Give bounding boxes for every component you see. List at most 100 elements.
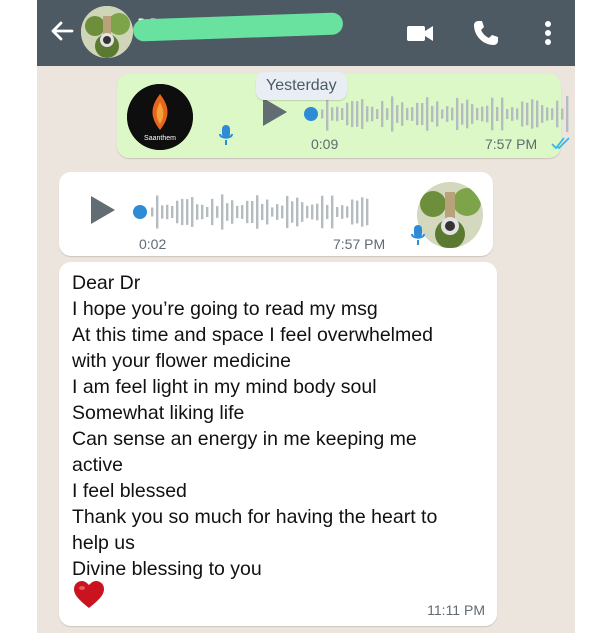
- waveform-bar: [261, 203, 264, 221]
- voice-waveform: [321, 96, 569, 132]
- waveform-bar: [446, 106, 449, 122]
- waveform-bar: [161, 205, 164, 219]
- waveform-bar: [176, 200, 179, 224]
- message-line: I hope you’re going to read my msg: [72, 298, 378, 320]
- waveform-bar: [506, 108, 509, 120]
- waveform-bar: [291, 201, 294, 223]
- waveform-bar: [326, 97, 329, 131]
- waveform-bar: [241, 205, 244, 219]
- waveform-bar: [341, 107, 344, 121]
- waveform-bar: [246, 200, 249, 224]
- waveform-bar: [441, 109, 444, 119]
- waveform-bar: [201, 204, 204, 220]
- waveform-bar: [416, 102, 419, 126]
- waveform-bar: [331, 195, 334, 229]
- waveform-bar: [391, 96, 394, 132]
- chat-screen: M Saanthem: [37, 0, 575, 633]
- phone-icon[interactable]: [471, 18, 501, 48]
- waveform-bar: [481, 106, 484, 122]
- incoming-voice-message[interactable]: 0:02 7:57 PM: [59, 172, 493, 256]
- video-camera-icon[interactable]: [405, 18, 435, 48]
- message-line: with your flower medicine: [72, 350, 291, 372]
- sender-avatar: Saanthem: [127, 84, 193, 150]
- message-line: help us: [72, 532, 135, 554]
- waveform-bar: [316, 203, 319, 221]
- waveform-bar: [236, 205, 239, 219]
- waveform-bar: [501, 97, 504, 131]
- redaction-mark: [132, 12, 344, 42]
- waveform-bar: [556, 100, 559, 128]
- waveform-bar: [376, 109, 379, 119]
- waveform-bar: [336, 206, 339, 218]
- voice-progress-handle[interactable]: [133, 205, 147, 219]
- incoming-text-message[interactable]: Dear Dr I hope you’re going to read my m…: [59, 262, 497, 626]
- red-heart-icon: [74, 581, 104, 608]
- message-line: Somewhat liking life: [72, 402, 245, 424]
- waveform-bar: [321, 109, 324, 119]
- waveform-bar: [331, 107, 334, 121]
- message-line: Thank you so much for having the heart t…: [72, 506, 438, 528]
- waveform-bar: [281, 205, 284, 219]
- waveform-bar: [311, 204, 314, 220]
- waveform-bar: [231, 200, 234, 224]
- waveform-bar: [531, 99, 534, 129]
- mic-icon: [219, 125, 233, 145]
- waveform-bar: [476, 107, 479, 121]
- mic-icon: [411, 225, 425, 245]
- waveform-bar: [486, 105, 489, 123]
- waveform-bar: [186, 199, 189, 225]
- waveform-bar: [561, 108, 564, 120]
- waveform-bar: [196, 204, 199, 220]
- waveform-bar: [401, 102, 404, 126]
- waveform-bar: [296, 197, 299, 227]
- waveform-bar: [461, 103, 464, 125]
- waveform-bar: [206, 207, 209, 217]
- waveform-bar: [451, 107, 454, 121]
- waveform-bar: [286, 195, 289, 229]
- waveform-bar: [341, 205, 344, 219]
- play-button[interactable]: [91, 196, 115, 224]
- waveform-bar: [276, 204, 279, 220]
- waveform-bar: [156, 195, 159, 229]
- waveform-bar: [361, 197, 364, 227]
- date-separator: Yesterday: [256, 72, 347, 100]
- waveform-bar: [536, 100, 539, 128]
- message-time: 7:57 PM: [333, 236, 386, 252]
- waveform-bar: [566, 96, 569, 132]
- waveform-bar: [421, 102, 424, 126]
- waveform-bar: [191, 197, 194, 227]
- contact-avatar[interactable]: [81, 6, 133, 58]
- waveform-bar: [426, 97, 429, 131]
- waveform-bar: [211, 198, 214, 226]
- play-button[interactable]: [263, 98, 287, 126]
- voice-progress-handle[interactable]: [304, 107, 318, 121]
- waveform-bar: [516, 108, 519, 120]
- waveform-bar: [551, 108, 554, 120]
- waveform-bar: [301, 202, 304, 222]
- waveform-bar: [346, 206, 349, 218]
- message-line: Dear Dr: [72, 272, 141, 294]
- waveform-bar: [356, 200, 359, 224]
- waveform-bar: [411, 107, 414, 121]
- waveform-bar: [226, 203, 229, 221]
- waveform-bar: [431, 105, 434, 123]
- waveform-bar: [306, 205, 309, 219]
- more-vert-icon[interactable]: [533, 18, 563, 48]
- waveform-bar: [526, 102, 529, 126]
- waveform-bar: [181, 198, 184, 226]
- message-line: Divine blessing to you: [72, 558, 262, 580]
- waveform-bar: [396, 105, 399, 123]
- read-receipt-icon: [551, 137, 570, 150]
- waveform-bar: [491, 97, 494, 131]
- waveform-bar: [521, 101, 524, 127]
- waveform-bar: [436, 101, 439, 127]
- waveform-bar: [151, 207, 154, 217]
- waveform-bar: [361, 99, 364, 129]
- waveform-bar: [546, 107, 549, 121]
- sender-avatar: [417, 182, 483, 248]
- waveform-bar: [406, 107, 409, 121]
- waveform-bar: [466, 99, 469, 129]
- message-line: Can sense an energy in me keeping me: [72, 428, 417, 450]
- waveform-bar: [346, 102, 349, 126]
- arrow-left-icon[interactable]: [49, 18, 75, 44]
